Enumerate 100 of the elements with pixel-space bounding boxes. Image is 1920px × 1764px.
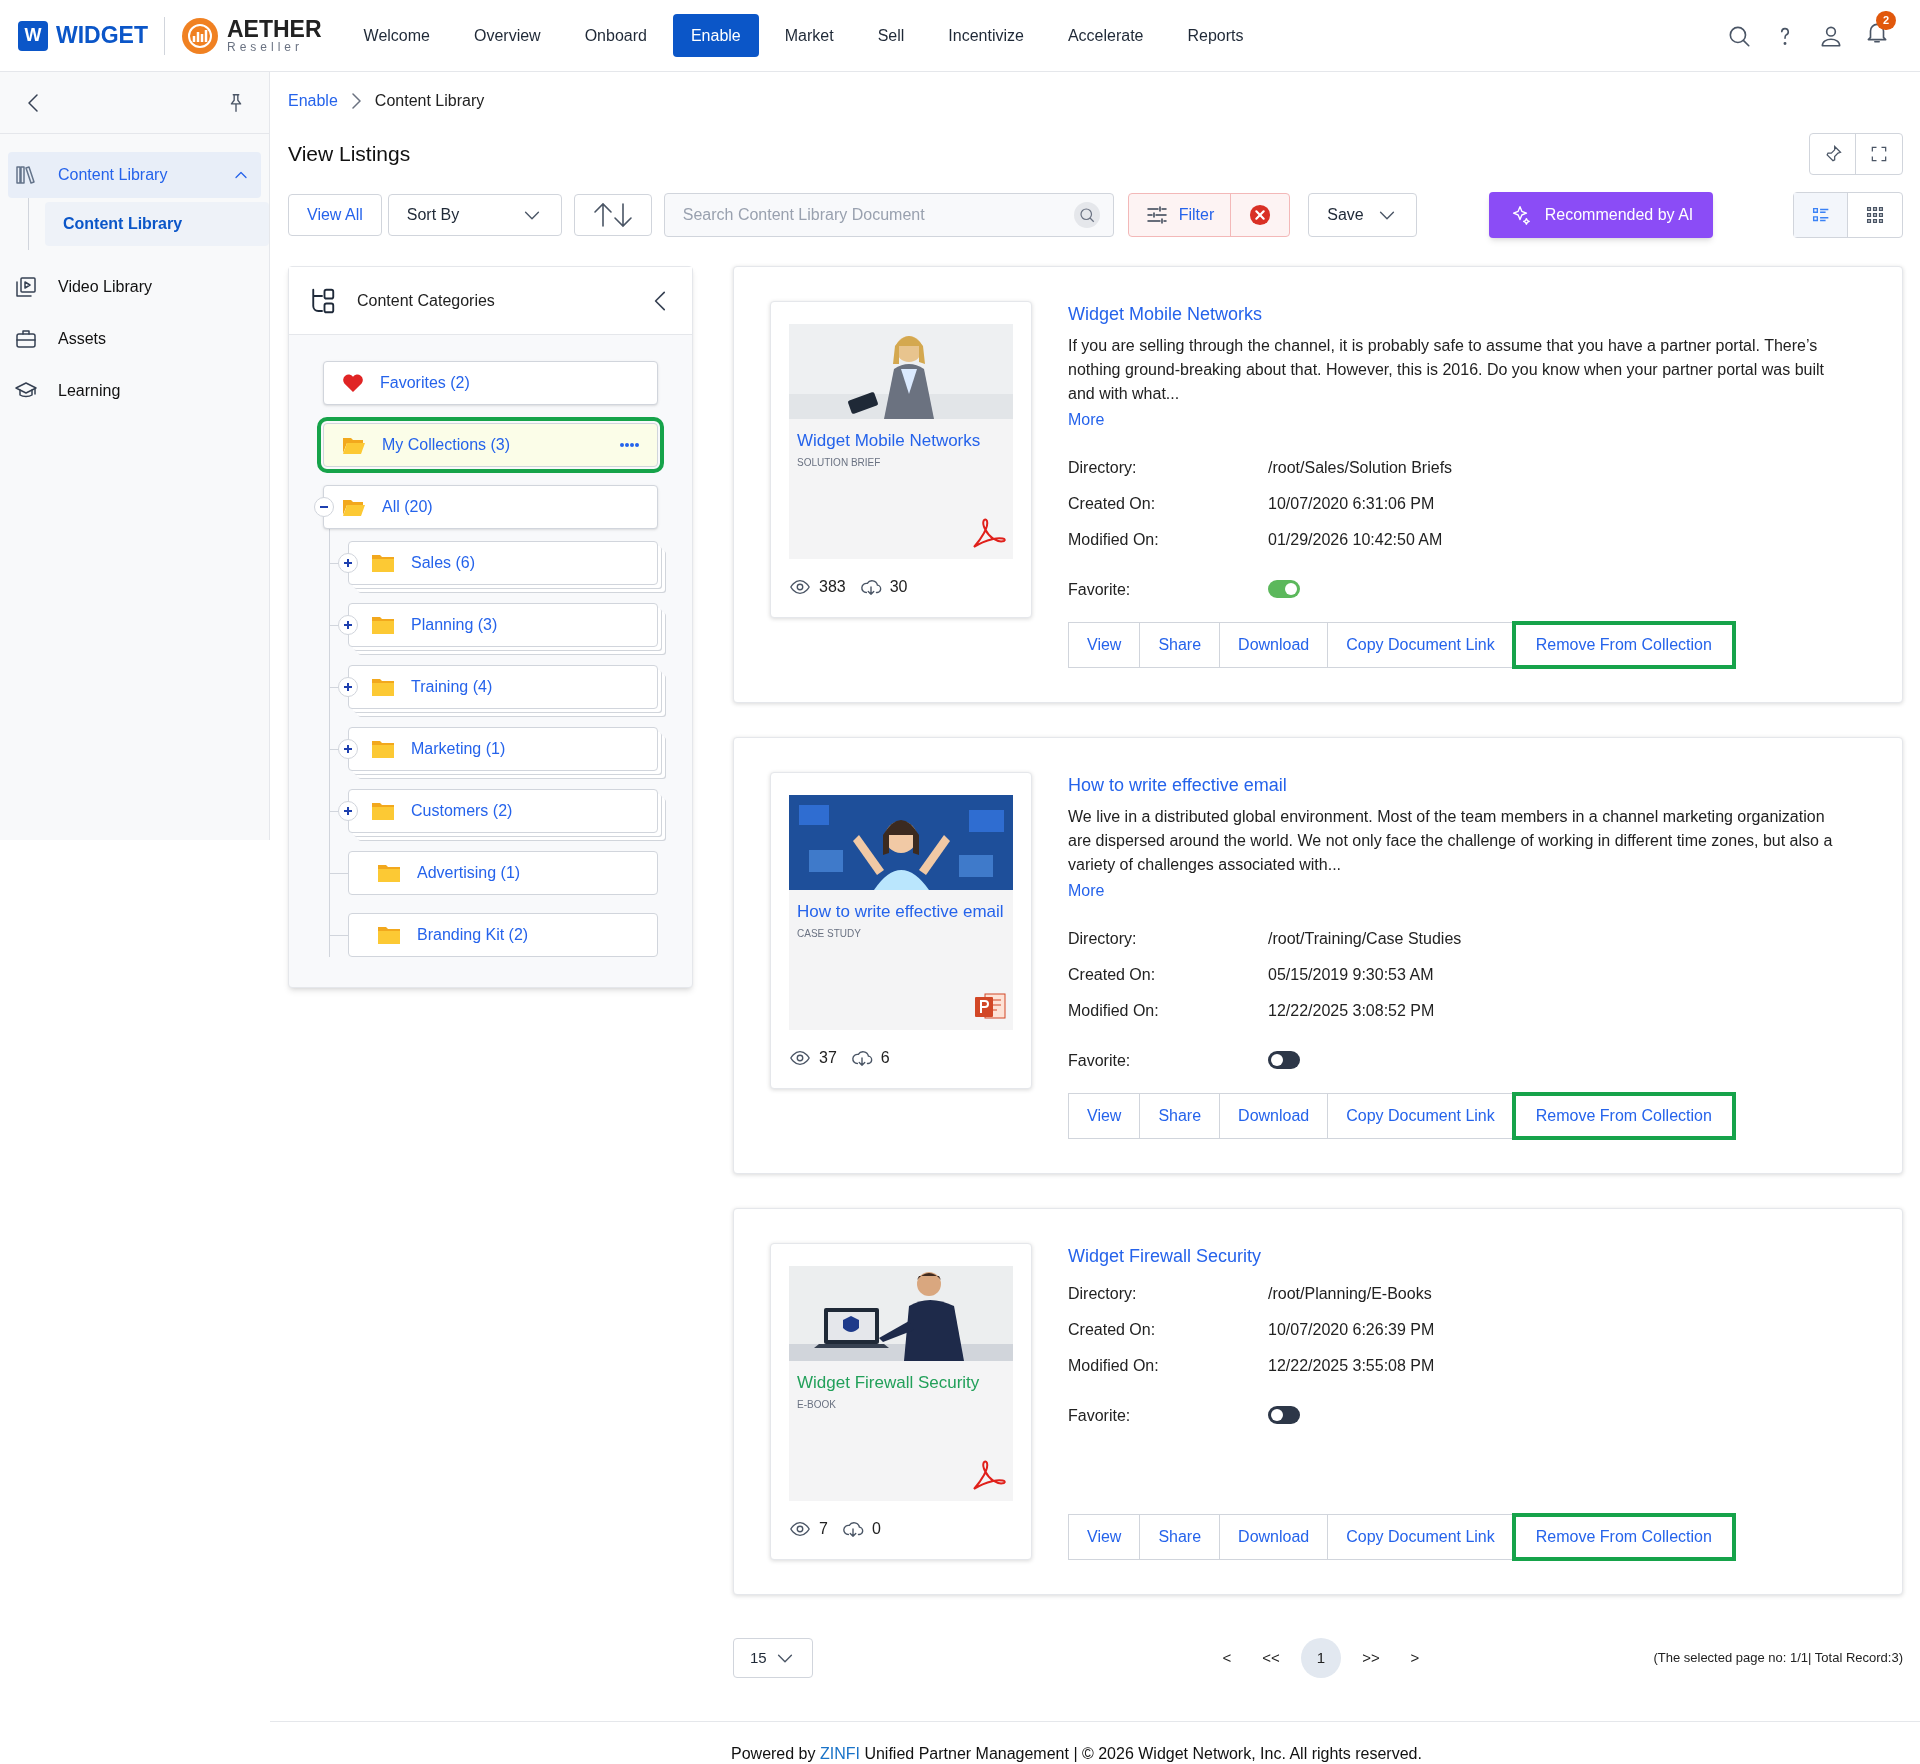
meta-label: Created On: [1068, 965, 1157, 985]
collapse-toggle-icon[interactable] [314, 497, 334, 517]
page-size-dropdown[interactable]: 15 [733, 1638, 813, 1678]
notification-badge: 2 [1876, 11, 1897, 30]
meta-label: Favorite: [1068, 1051, 1132, 1071]
expand-toggle-icon[interactable] [338, 677, 358, 697]
action-button[interactable]: View [1068, 622, 1141, 668]
action-button[interactable]: Copy Document Link [1327, 1514, 1514, 1560]
sidebar-item[interactable]: Video Library [8, 264, 261, 310]
folder-icon [371, 801, 395, 821]
action-button[interactable]: Download [1219, 1093, 1329, 1139]
view-count: 7 [819, 1519, 828, 1539]
document-title-link[interactable]: How to write effective email [1068, 772, 1287, 799]
page-button[interactable]: 1 [1301, 1638, 1341, 1678]
download-count: 6 [880, 1048, 890, 1068]
close-icon [1249, 204, 1272, 226]
brand-name: WIDGET [56, 21, 148, 51]
folder-icon [371, 677, 395, 697]
meta-label: Favorite: [1068, 580, 1132, 600]
action-button[interactable]: View [1068, 1093, 1141, 1139]
document-title-link[interactable]: Widget Firewall Security [1068, 1243, 1262, 1270]
folder-icon [342, 435, 366, 455]
search-field[interactable]: Search Content Library Document [663, 193, 1114, 237]
previous-page-button[interactable]: << [1257, 1646, 1285, 1670]
nav-tab[interactable]: Sell [859, 14, 923, 57]
sort-by-dropdown[interactable]: Sort By [387, 194, 562, 236]
thumbnail-card[interactable]: Widget Firewall Security E-BOOK 7 0 [770, 1243, 1032, 1560]
expand-toggle-icon[interactable] [338, 615, 358, 635]
nav-tab[interactable]: Reports [1169, 14, 1262, 57]
category-item[interactable]: Favorites (2) [323, 361, 658, 405]
favorite-toggle[interactable] [1268, 580, 1300, 598]
folder-icon [371, 615, 395, 635]
favorite-toggle[interactable] [1268, 1406, 1300, 1424]
nav-tab[interactable]: Enable [672, 14, 759, 57]
document-type-label: SOLUTION BRIEF [796, 456, 882, 470]
next-page-button[interactable]: >> [1357, 1646, 1385, 1670]
nav-tab[interactable]: Onboard [566, 14, 665, 57]
thumbnail-title: Widget Mobile Networks [796, 430, 982, 451]
sort-order-button[interactable] [573, 194, 652, 236]
sidebar-subitem[interactable]: Content Library [45, 202, 269, 246]
document-type-label: E-BOOK [796, 1398, 837, 1412]
save-dropdown[interactable]: Save [1308, 193, 1417, 237]
action-button[interactable]: Download [1219, 622, 1329, 668]
category-item[interactable]: Advertising (1) [348, 851, 658, 895]
more-link[interactable]: More [1068, 879, 1105, 903]
sidebar-item[interactable]: Content Library [8, 152, 261, 198]
sidebar-item[interactable]: Assets [8, 316, 261, 362]
nav-tab[interactable]: Market [766, 14, 852, 57]
recommended-by-ai-button[interactable]: Recommended by AI [1488, 192, 1714, 238]
expand-toggle-icon[interactable] [338, 739, 358, 759]
favorite-toggle[interactable] [1268, 1051, 1300, 1069]
thumbnail-title: How to write effective email [796, 901, 1005, 922]
action-button[interactable]: View [1068, 1514, 1141, 1560]
action-button[interactable]: Copy Document Link [1327, 1093, 1514, 1139]
list-view-button[interactable] [1794, 193, 1848, 237]
expand-toggle-icon[interactable] [338, 553, 358, 573]
last-page-button[interactable]: > [1401, 1646, 1429, 1670]
category-item[interactable]: Branding Kit (2) [348, 913, 658, 957]
pagination-summary: (The selected page no: 1/1| Total Record:3) [1653, 1649, 1903, 1668]
action-button[interactable]: Share [1139, 1514, 1221, 1560]
meta-value: 10/07/2020 6:31:06 PM [1268, 494, 1436, 514]
footer-text: Powered by ZINFI Unified Partner Management | © 2026 Widget Network, Inc. All rights reserved. [731, 1744, 1423, 1764]
document-description: We live in a distributed global environment. Most of the team members in a channel marketing organization are dispersed around the world. We not only face the challenge of working in different time zones, but also a variety of challenges associated with... [1068, 807, 1834, 875]
folder-icon [342, 497, 366, 517]
sidebar-item[interactable]: Learning [8, 368, 261, 414]
breadcrumb-link[interactable]: Content Library [374, 89, 485, 113]
pdf-icon [971, 517, 1007, 551]
action-button[interactable]: Remove From Collection [1512, 622, 1735, 668]
view-all-button[interactable]: View All [288, 194, 382, 236]
breadcrumb-link[interactable]: Enable [288, 89, 338, 113]
action-button[interactable]: Download [1219, 1514, 1329, 1560]
nav-tab[interactable]: Overview [455, 14, 559, 57]
thumbnail-card[interactable]: How to write effective email CASE STUDY 37 6 [770, 772, 1032, 1089]
first-page-button[interactable]: < [1213, 1646, 1241, 1670]
page-title: View Listings [288, 141, 411, 168]
fullscreen-icon [1869, 144, 1889, 164]
thumbnail-card[interactable]: Widget Mobile Networks SOLUTION BRIEF 383 30 [770, 301, 1032, 618]
action-button[interactable]: Copy Document Link [1327, 622, 1514, 668]
download-count: 0 [871, 1519, 881, 1539]
meta-value: /root/Training/Case Studies [1268, 929, 1463, 949]
meta-value: 05/15/2019 9:30:53 AM [1268, 965, 1435, 985]
nav-tab[interactable]: Incentivize [930, 14, 1042, 57]
more-options-icon[interactable] [619, 442, 639, 448]
action-button[interactable]: Share [1139, 1093, 1221, 1139]
heart-icon [342, 373, 364, 393]
nav-tab[interactable]: Accelerate [1049, 14, 1162, 57]
partner-logo-icon [181, 16, 219, 55]
category-item[interactable]: All (20) [323, 485, 658, 529]
nav-tab[interactable]: Welcome [345, 14, 448, 57]
expand-toggle-icon[interactable] [338, 801, 358, 821]
meta-value: 01/29/2026 10:42:50 AM [1268, 530, 1444, 550]
action-button[interactable]: Share [1139, 622, 1221, 668]
document-title-link[interactable]: Widget Mobile Networks [1068, 301, 1263, 328]
chevron-right-icon [351, 93, 361, 109]
more-link[interactable]: More [1068, 408, 1105, 432]
meta-value: /root/Sales/Solution Briefs [1268, 458, 1454, 478]
action-button[interactable]: Remove From Collection [1512, 1514, 1735, 1560]
footer-link[interactable]: ZINFI [819, 1745, 860, 1762]
action-button[interactable]: Remove From Collection [1512, 1093, 1735, 1139]
document-type-label: CASE STUDY [796, 927, 862, 941]
